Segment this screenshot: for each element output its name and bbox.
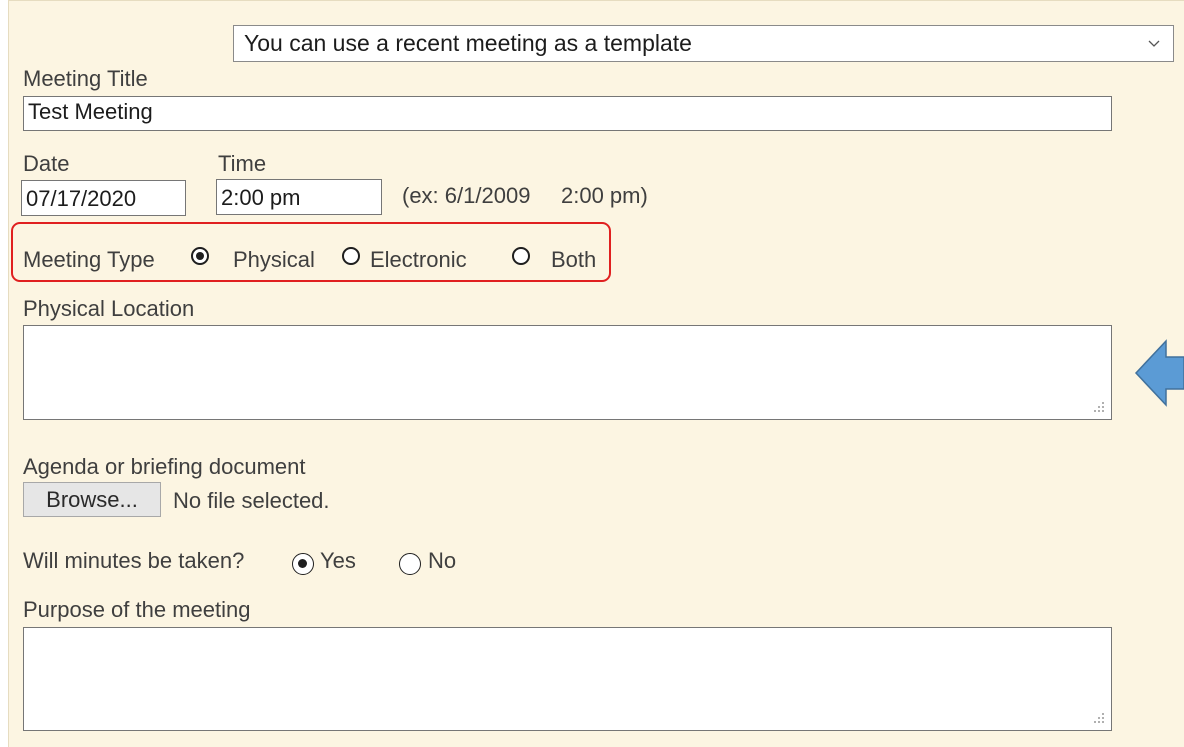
time-value: 2:00 pm	[221, 185, 301, 210]
date-label: Date	[23, 151, 70, 176]
minutes-yes-label: Yes	[320, 548, 356, 573]
minutes-label: Will minutes be taken?	[23, 548, 245, 573]
minutes-no-radio[interactable]	[399, 553, 421, 575]
purpose-textarea[interactable]	[23, 627, 1112, 731]
meeting-title-input[interactable]: Test Meeting	[23, 96, 1112, 131]
minutes-yes-radio[interactable]	[292, 553, 314, 575]
meeting-type-electronic-radio[interactable]	[342, 247, 360, 265]
file-status: No file selected.	[173, 488, 330, 513]
meeting-type-physical-radio[interactable]	[191, 247, 209, 265]
time-input[interactable]: 2:00 pm	[216, 179, 382, 215]
agenda-label: Agenda or briefing document	[23, 454, 306, 479]
browse-button[interactable]: Browse...	[23, 482, 161, 517]
meeting-type-label: Meeting Type	[23, 247, 155, 272]
date-input[interactable]: 07/17/2020	[21, 180, 186, 216]
template-select[interactable]: You can use a recent meeting as a templa…	[233, 25, 1174, 62]
meeting-type-physical-label: Physical	[233, 247, 315, 272]
meeting-title-label: Meeting Title	[23, 66, 148, 91]
resize-grip-icon[interactable]	[1093, 712, 1105, 724]
chevron-down-icon	[1148, 40, 1160, 47]
meeting-title-value: Test Meeting	[28, 99, 153, 124]
meeting-type-both-radio[interactable]	[512, 247, 530, 265]
template-select-value: You can use a recent meeting as a templa…	[244, 30, 692, 56]
resize-grip-icon[interactable]	[1093, 401, 1105, 413]
minutes-no-label: No	[428, 548, 457, 573]
datetime-hint: (ex: 6/1/2009 2:00 pm)	[402, 183, 648, 208]
left-arrow-icon	[1134, 339, 1184, 407]
time-label: Time	[218, 151, 267, 176]
purpose-label: Purpose of the meeting	[23, 597, 251, 622]
meeting-type-both-label: Both	[551, 247, 597, 272]
physical-location-label: Physical Location	[23, 296, 195, 321]
meeting-type-electronic-label: Electronic	[370, 247, 467, 272]
physical-location-textarea[interactable]	[23, 325, 1112, 420]
date-value: 07/17/2020	[26, 186, 137, 211]
